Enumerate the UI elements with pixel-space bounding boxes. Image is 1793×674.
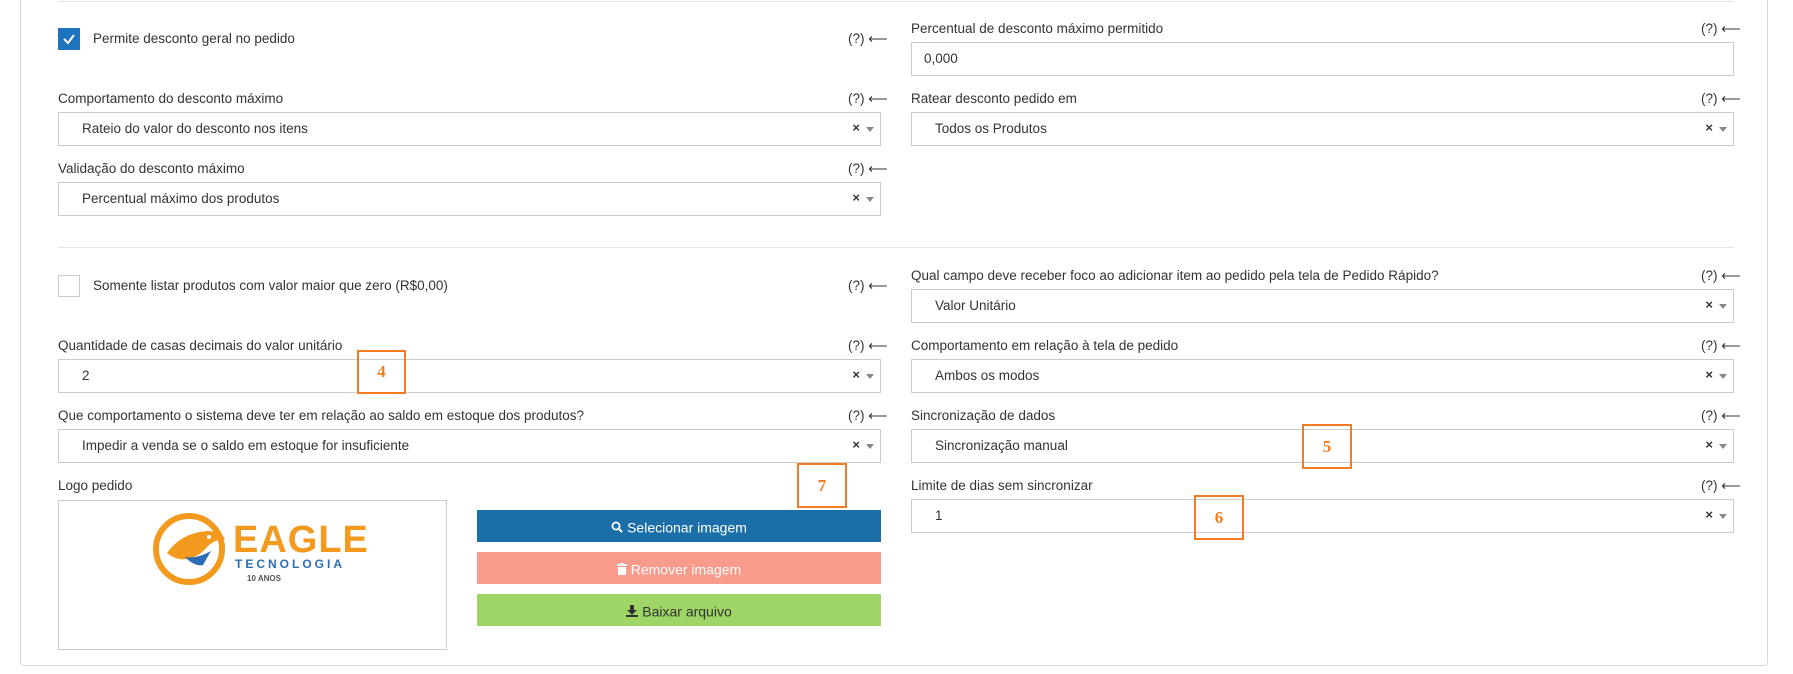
logo-brand-sub: TECNOLOGIA bbox=[235, 557, 345, 571]
eagle-logo-icon bbox=[153, 513, 225, 585]
chevron-down-icon[interactable] bbox=[866, 197, 874, 202]
selected-value: Ambos os modos bbox=[935, 368, 1040, 383]
logo-brand: EAGLE bbox=[233, 519, 369, 561]
selected-value: 2 bbox=[82, 368, 90, 383]
help-link[interactable]: (?) ⟵ bbox=[1701, 338, 1741, 354]
selected-value: Valor Unitário bbox=[935, 298, 1016, 313]
help-link[interactable]: (?) ⟵ bbox=[848, 31, 888, 47]
percentual-desconto-label: Percentual de desconto máximo permitido bbox=[911, 21, 1164, 36]
chevron-down-icon[interactable] bbox=[1719, 444, 1727, 449]
select-image-label: Selecionar imagem bbox=[627, 519, 747, 536]
selected-value: Rateio do valor do desconto nos itens bbox=[82, 121, 308, 136]
casas-decimais-select[interactable]: 2 × bbox=[58, 359, 881, 393]
help-link[interactable]: (?) ⟵ bbox=[1701, 478, 1741, 494]
download-icon bbox=[626, 595, 639, 627]
help-link[interactable]: (?) ⟵ bbox=[848, 278, 888, 294]
limite-dias-label: Limite de dias sem sincronizar bbox=[911, 478, 1093, 493]
logo-preview: EAGLE TECNOLOGIA 10 ANOS bbox=[58, 500, 447, 650]
desconto-geral-checkbox[interactable] bbox=[58, 28, 80, 50]
help-link[interactable]: (?) ⟵ bbox=[1701, 91, 1741, 107]
selected-value: Percentual máximo dos produtos bbox=[82, 191, 280, 206]
help-link[interactable]: (?) ⟵ bbox=[848, 338, 888, 354]
selected-value: 1 bbox=[935, 508, 943, 523]
ratear-desconto-select[interactable]: Todos os Produtos × bbox=[911, 112, 1734, 146]
annotation-marker: 4 bbox=[357, 350, 406, 394]
clear-icon[interactable]: × bbox=[1705, 297, 1713, 312]
remove-image-button[interactable]: Remover imagem bbox=[477, 552, 881, 584]
clear-icon[interactable]: × bbox=[1705, 120, 1713, 135]
percentual-desconto-input[interactable]: 0,000 bbox=[911, 42, 1734, 76]
help-link[interactable]: (?) ⟵ bbox=[1701, 21, 1741, 37]
clear-icon[interactable]: × bbox=[852, 437, 860, 452]
annotation-marker: 6 bbox=[1194, 495, 1244, 540]
comportamento-tela-select[interactable]: Ambos os modos × bbox=[911, 359, 1734, 393]
trash-icon bbox=[616, 553, 627, 585]
clear-icon[interactable]: × bbox=[852, 120, 860, 135]
validacao-desconto-select[interactable]: Percentual máximo dos produtos × bbox=[58, 182, 881, 216]
search-icon bbox=[611, 511, 623, 543]
comportamento-tela-label: Comportamento em relação à tela de pedid… bbox=[911, 338, 1179, 353]
logo-badge: 10 ANOS bbox=[247, 574, 281, 583]
clear-icon[interactable]: × bbox=[852, 367, 860, 382]
annotation-marker: 7 bbox=[797, 463, 847, 508]
logo-pedido-label: Logo pedido bbox=[58, 478, 133, 493]
limite-dias-select[interactable]: 1 × bbox=[911, 499, 1734, 533]
help-link[interactable]: (?) ⟵ bbox=[848, 161, 888, 177]
help-link[interactable]: (?) ⟵ bbox=[1701, 268, 1741, 284]
comportamento-desconto-select[interactable]: Rateio do valor do desconto nos itens × bbox=[58, 112, 881, 146]
chevron-down-icon[interactable] bbox=[866, 127, 874, 132]
chevron-down-icon[interactable] bbox=[1719, 127, 1727, 132]
chevron-down-icon[interactable] bbox=[1719, 304, 1727, 309]
casas-decimais-label: Quantidade de casas decimais do valor un… bbox=[58, 338, 343, 353]
ratear-desconto-label: Ratear desconto pedido em bbox=[911, 91, 1077, 106]
clear-icon[interactable]: × bbox=[1705, 507, 1713, 522]
comportamento-estoque-label: Que comportamento o sistema deve ter em … bbox=[58, 408, 585, 423]
help-link[interactable]: (?) ⟵ bbox=[1701, 408, 1741, 424]
chevron-down-icon[interactable] bbox=[866, 444, 874, 449]
remove-image-label: Remover imagem bbox=[630, 561, 742, 578]
selected-value: Impedir a venda se o saldo em estoque fo… bbox=[82, 438, 410, 453]
campo-foco-label: Qual campo deve receber foco ao adiciona… bbox=[911, 268, 1439, 283]
comportamento-desconto-label: Comportamento do desconto máximo bbox=[58, 91, 284, 106]
clear-icon[interactable]: × bbox=[1705, 437, 1713, 452]
chevron-down-icon[interactable] bbox=[1719, 514, 1727, 519]
download-file-label: Baixar arquivo bbox=[642, 603, 732, 620]
validacao-desconto-label: Validação do desconto máximo bbox=[58, 161, 245, 176]
select-image-button[interactable]: Selecionar imagem bbox=[477, 510, 881, 542]
clear-icon[interactable]: × bbox=[1705, 367, 1713, 382]
divider-top bbox=[58, 1, 1734, 2]
desconto-geral-label[interactable]: Permite desconto geral no pedido bbox=[93, 31, 295, 46]
chevron-down-icon[interactable] bbox=[866, 374, 874, 379]
comportamento-estoque-select[interactable]: Impedir a venda se o saldo em estoque fo… bbox=[58, 429, 881, 463]
annotation-marker: 5 bbox=[1302, 424, 1352, 469]
selected-value: Todos os Produtos bbox=[935, 121, 1047, 136]
selected-value: Sincronização manual bbox=[935, 438, 1068, 453]
help-link[interactable]: (?) ⟵ bbox=[848, 91, 888, 107]
campo-foco-select[interactable]: Valor Unitário × bbox=[911, 289, 1734, 323]
help-link[interactable]: (?) ⟵ bbox=[848, 408, 888, 424]
download-file-button[interactable]: Baixar arquivo bbox=[477, 594, 881, 626]
chevron-down-icon[interactable] bbox=[1719, 374, 1727, 379]
somente-listar-checkbox[interactable] bbox=[58, 275, 80, 297]
input-value: 0,000 bbox=[924, 51, 958, 66]
divider-middle bbox=[58, 247, 1734, 248]
clear-icon[interactable]: × bbox=[852, 190, 860, 205]
sincronizacao-label: Sincronização de dados bbox=[911, 408, 1056, 423]
somente-listar-label[interactable]: Somente listar produtos com valor maior … bbox=[93, 278, 448, 293]
